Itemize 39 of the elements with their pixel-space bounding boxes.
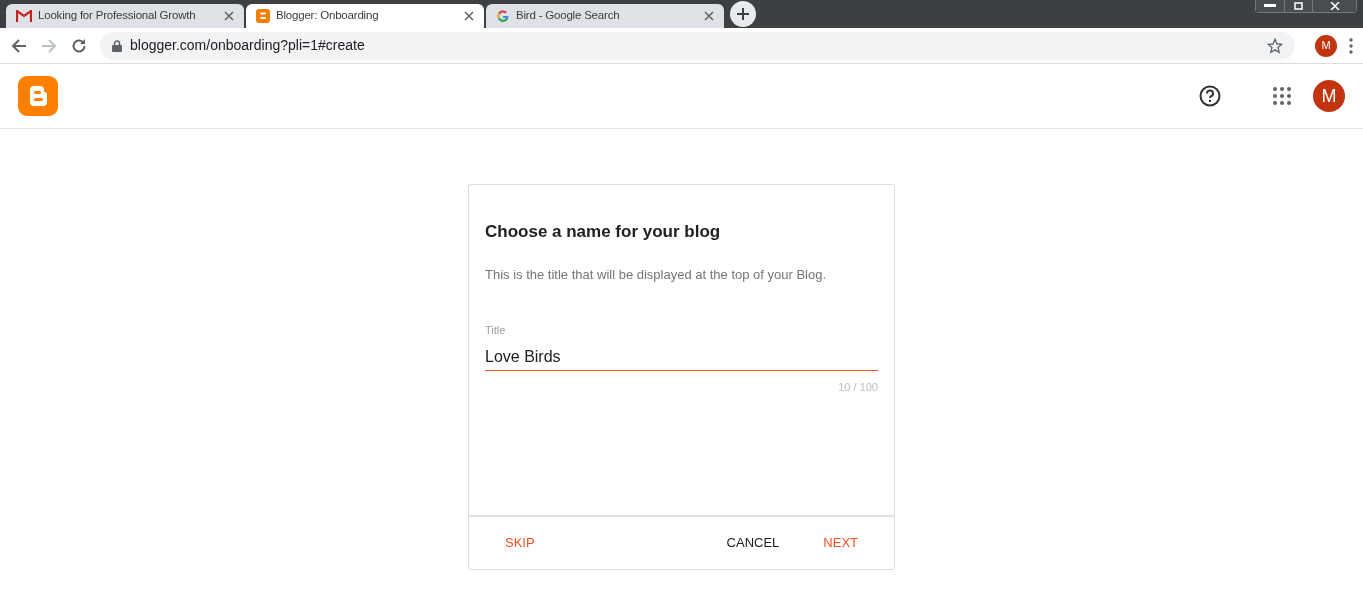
- blogger-logo[interactable]: [18, 76, 58, 116]
- profile-avatar[interactable]: M: [1315, 34, 1337, 57]
- minimize-button[interactable]: [1256, 0, 1284, 12]
- close-icon[interactable]: [704, 11, 714, 21]
- more-icon[interactable]: [1349, 37, 1353, 54]
- dialog-button[interactable]: CANCEL: [710, 525, 796, 561]
- blogger-icon: [256, 9, 270, 23]
- browser-tab[interactable]: Looking for Professional Growth: [6, 4, 244, 28]
- title-input[interactable]: Love Birds: [485, 344, 878, 371]
- browser-tab[interactable]: Bird - Google Search: [486, 4, 724, 28]
- help-icon[interactable]: [1199, 85, 1221, 107]
- back-icon[interactable]: [10, 36, 28, 55]
- dialog-description: This is the title that will be displayed at the top of your Blog.: [485, 265, 828, 284]
- character-counter: 10 / 100: [838, 379, 878, 395]
- account-avatar[interactable]: M: [1313, 80, 1345, 112]
- browser-tab[interactable]: Blogger: Onboarding: [246, 4, 484, 28]
- field-label: Title: [485, 323, 507, 338]
- star-icon[interactable]: [1267, 37, 1283, 54]
- dialog-button[interactable]: SKIP: [489, 525, 551, 561]
- tab-title: Looking for Professional Growth: [38, 8, 197, 24]
- lock-icon: [112, 39, 122, 52]
- restore-icon: [1293, 2, 1304, 10]
- close-window-button[interactable]: [1312, 0, 1356, 12]
- close-icon[interactable]: [224, 11, 234, 21]
- google-icon: [496, 9, 510, 23]
- dialog-title: Choose a name for your blog: [485, 221, 722, 243]
- tab-title: Blogger: Onboarding: [276, 8, 380, 24]
- plus-icon: [737, 8, 749, 20]
- reload-icon[interactable]: [70, 36, 88, 55]
- close-icon[interactable]: [464, 11, 474, 21]
- mail-icon: [16, 10, 32, 22]
- minimize-icon: [1264, 4, 1276, 8]
- restore-button[interactable]: [1284, 0, 1312, 12]
- tab-title: Bird - Google Search: [516, 8, 621, 24]
- apps-grid-icon[interactable]: [1273, 87, 1291, 105]
- url-text: blogger.com/onboarding?pli=1#create: [130, 36, 366, 55]
- new-tab-button[interactable]: [730, 1, 756, 27]
- close-icon: [1329, 2, 1340, 10]
- address-bar[interactable]: blogger.com/onboarding?pli=1#create: [100, 31, 1295, 60]
